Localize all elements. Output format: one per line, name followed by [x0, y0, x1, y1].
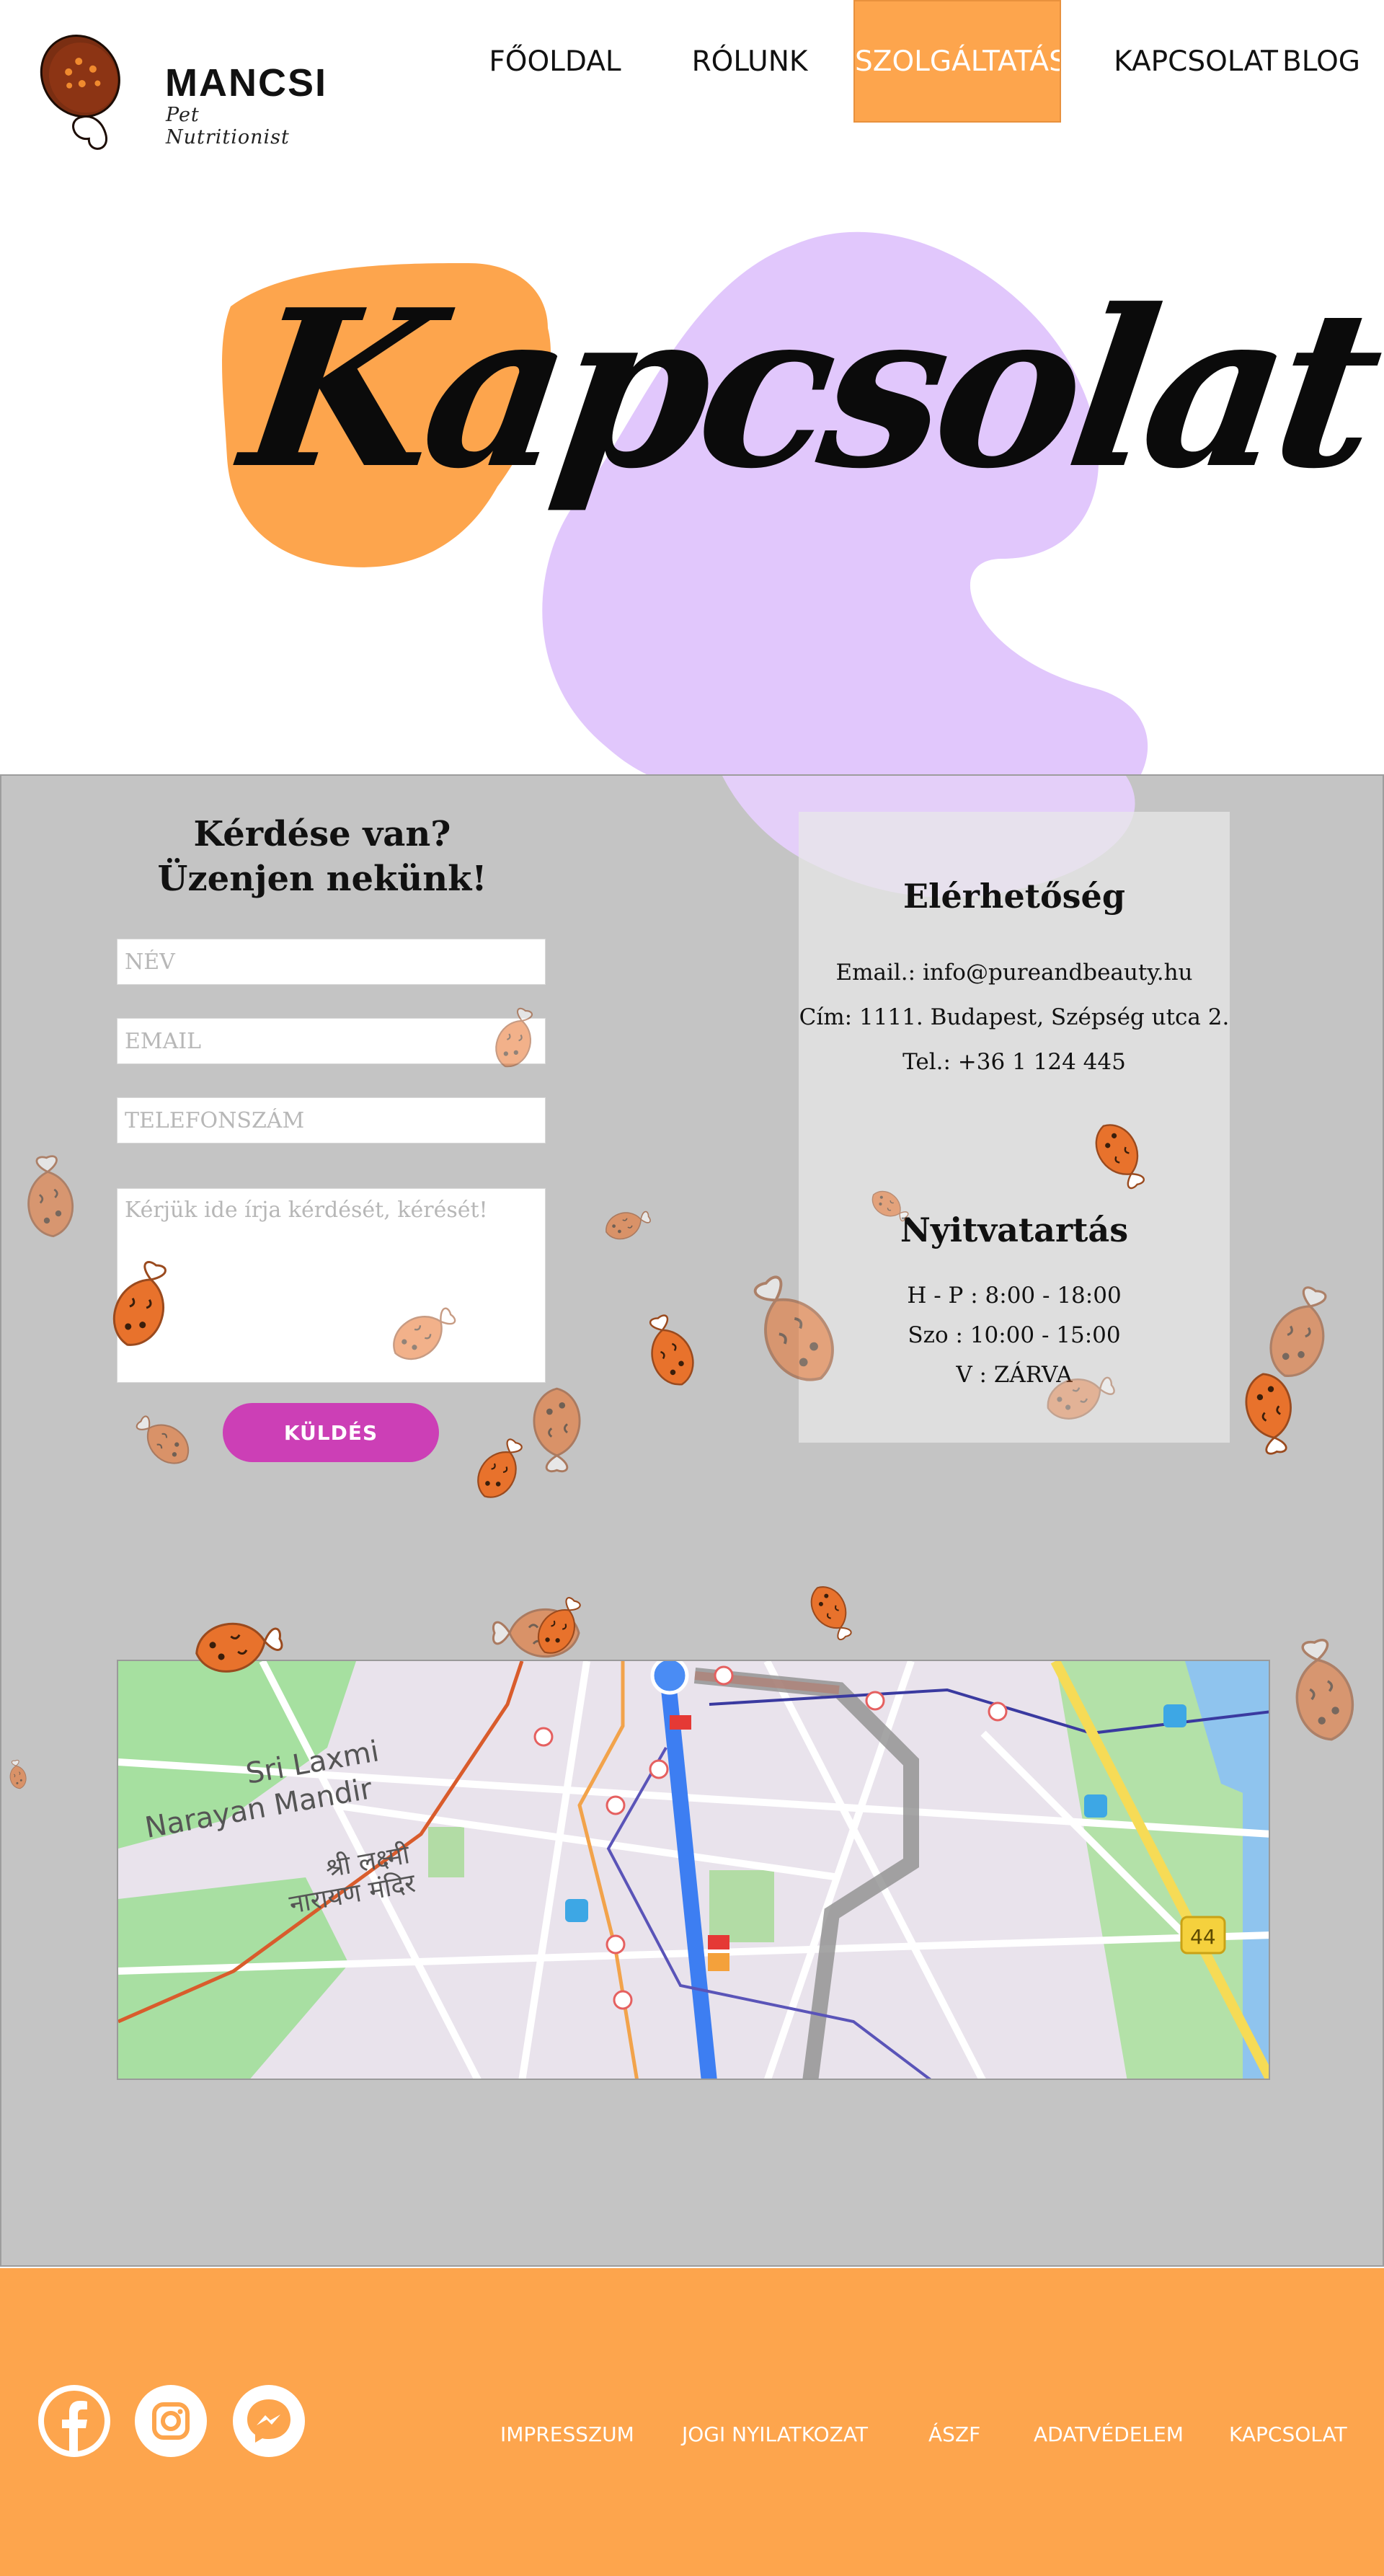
map-graphic: Sri Laxmi Narayan Mandir श्री लक्ष्मी ना…: [118, 1661, 1269, 2079]
messenger-link[interactable]: [233, 2385, 305, 2457]
footer-link-aszf[interactable]: ÁSZF: [928, 2422, 980, 2446]
opening-hours-heading: Nyitvatartás: [900, 1210, 1129, 1249]
instagram-link[interactable]: [135, 2385, 207, 2457]
opening-hours-sunday: V : ZÁRVA: [956, 1362, 1073, 1388]
contact-info-card: Elérhetőség Email.: info@pureandbeauty.h…: [799, 812, 1230, 1443]
opening-hours-weekdays: H - P : 8:00 - 18:00: [907, 1283, 1122, 1309]
facebook-link[interactable]: [38, 2385, 110, 2457]
nav-item-szolgaltatasi[interactable]: SZOLGÁLTATÁSI: [853, 0, 1061, 123]
message-field[interactable]: [117, 1188, 546, 1383]
footer-link-kapcsolat[interactable]: KAPCSOLAT: [1229, 2422, 1347, 2446]
main-nav: FŐOLDAL RÓLUNK SZOLGÁLTATÁSI KAPCSOLAT B…: [0, 0, 1384, 155]
contact-email: Email.: info@pureandbeauty.hu: [835, 960, 1193, 986]
facebook-icon: [44, 2391, 105, 2451]
map-road-number: 44: [1190, 1925, 1216, 1949]
site-footer: IMPRESSZUM JOGI NYILATKOZAT ÁSZF ADATVÉD…: [0, 2268, 1384, 2576]
nav-item-fooldal[interactable]: FŐOLDAL: [489, 0, 621, 123]
send-button[interactable]: KÜLDÉS: [223, 1403, 439, 1462]
nav-item-rolunk[interactable]: RÓLUNK: [688, 0, 811, 123]
form-heading-line2: Üzenjen nekünk!: [157, 859, 487, 899]
page-title: Kapcsolat: [231, 262, 1384, 516]
email-field[interactable]: [117, 1018, 546, 1064]
footer-link-jogi-nyilatkozat[interactable]: JOGI NYILATKOZAT: [682, 2422, 868, 2446]
form-heading-line1: Kérdése van?: [193, 814, 451, 854]
location-map[interactable]: Sri Laxmi Narayan Mandir श्री लक्ष्मी ना…: [117, 1660, 1270, 2080]
footer-link-adatvedelem[interactable]: ADATVÉDELEM: [1034, 2422, 1184, 2446]
name-field[interactable]: [117, 939, 546, 985]
site-header: MANCSI Pet Nutritionist FŐOLDAL RÓLUNK S…: [0, 0, 1384, 155]
contact-phone: Tel.: +36 1 124 445: [902, 1049, 1126, 1075]
contact-info-heading: Elérhetőség: [902, 877, 1125, 916]
contact-section: Kérdése van? Üzenjen nekünk! KÜLDÉS Elér…: [0, 774, 1384, 2267]
footer-link-impresszum[interactable]: IMPRESSZUM: [500, 2422, 634, 2446]
messenger-icon: [247, 2399, 290, 2443]
contact-address: Cím: 1111. Budapest, Szépség utca 2.: [799, 1004, 1230, 1030]
hero-section: Kapcsolat: [0, 155, 1384, 862]
nav-item-blog[interactable]: BLOG: [1282, 0, 1361, 123]
form-heading: Kérdése van? Üzenjen nekünk!: [110, 812, 535, 901]
nav-item-kapcsolat[interactable]: KAPCSOLAT: [1091, 0, 1300, 123]
instagram-icon: [152, 2402, 190, 2440]
opening-hours-saturday: Szo : 10:00 - 15:00: [908, 1322, 1121, 1348]
phone-field[interactable]: [117, 1097, 546, 1143]
